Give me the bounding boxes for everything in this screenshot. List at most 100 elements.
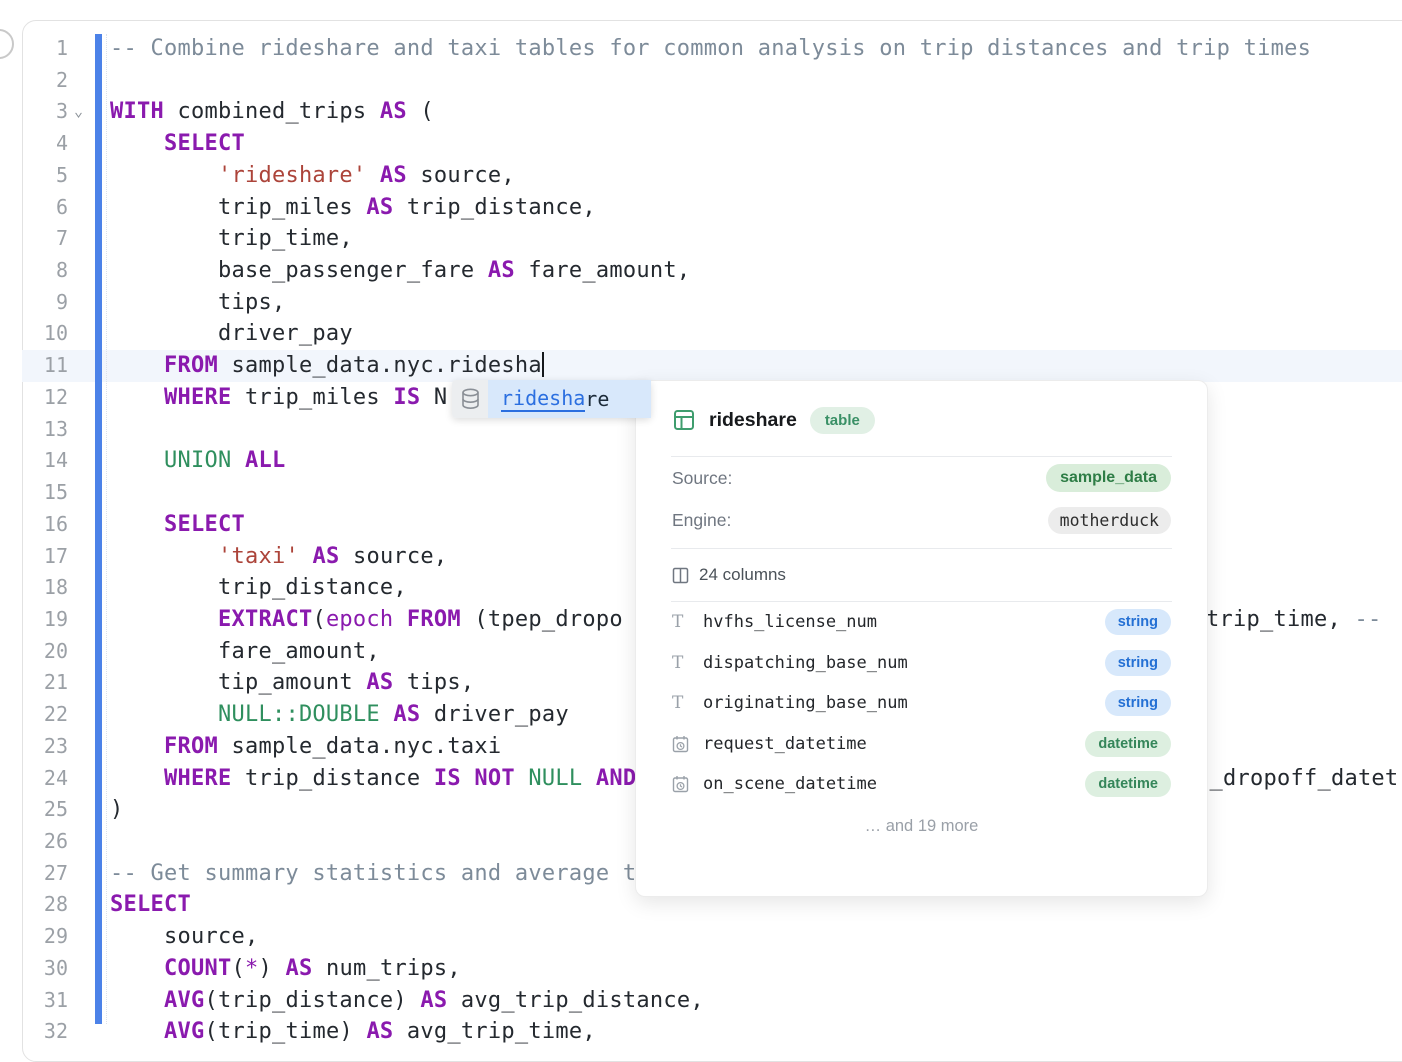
line-number[interactable]: 24 [22,763,68,795]
code-line[interactable]: 30 COUNT(*) AS num_trips, [22,953,1402,985]
line-number[interactable]: 1 [22,33,68,65]
code-line-text: trip_time, [110,223,353,255]
code-line[interactable]: 8 base_passenger_fare AS fare_amount, [22,255,1402,287]
calendar-clock-icon [672,775,692,793]
code-line-text: driver_pay [110,318,353,350]
code-line[interactable]: 5 'rideshare' AS source, [22,160,1402,192]
code-line[interactable]: 31 AVG(trip_distance) AS avg_trip_distan… [22,985,1402,1017]
indent-guide [106,34,107,1024]
line-number[interactable]: 31 [22,985,68,1017]
line-number[interactable]: 26 [22,826,68,858]
line-number[interactable]: 12 [22,382,68,414]
line-number[interactable]: 13 [22,414,68,446]
line-number[interactable]: 15 [22,477,68,509]
gutter-change-bar [95,34,102,1024]
calendar-clock-icon [672,735,692,753]
code-line[interactable]: 10 driver_pay [22,318,1402,350]
line-number[interactable]: 16 [22,509,68,541]
table-type-badge: table [810,407,875,434]
code-line[interactable]: 2 [22,65,1402,97]
code-line[interactable]: 6 trip_miles AS trip_distance, [22,192,1402,224]
code-line[interactable]: 4 SELECT [22,128,1402,160]
code-token: source, [339,544,447,569]
code-line[interactable]: 1-- Combine rideshare and taxi tables fo… [22,33,1402,65]
line-number[interactable]: 4 [22,128,68,160]
code-token [110,988,164,1013]
edge-decoration [0,29,14,59]
code-line-text-right: p_dropoff_datet [1196,763,1398,795]
line-number[interactable]: 7 [22,223,68,255]
code-line[interactable]: 29 source, [22,921,1402,953]
line-number[interactable]: 2 [22,65,68,97]
code-token: AS [366,195,393,220]
code-token: (tpep_dropo [461,607,623,632]
code-token [110,385,164,410]
line-number[interactable]: 10 [22,318,68,350]
code-line-text: WHERE trip_miles IS N [110,382,447,414]
code-line[interactable]: 7 trip_time, [22,223,1402,255]
engine-row: Engine: motherduck [672,499,1171,541]
code-token: AS [285,956,312,981]
column-type-badge: string [1105,609,1171,635]
line-number[interactable]: 25 [22,794,68,826]
code-token: AS [312,544,339,569]
text-type-icon: T [672,612,692,632]
line-number[interactable]: 19 [22,604,68,636]
line-number[interactable]: 18 [22,572,68,604]
column-row: Toriginating_base_numstring [672,683,1171,724]
code-token: fare_amount, [110,639,380,664]
code-line[interactable]: 32 AVG(trip_time) AS avg_trip_time, [22,1016,1402,1048]
code-line-text: AVG(trip_distance) AS avg_trip_distance, [110,985,704,1017]
code-line-text: ) [110,794,124,826]
fold-chevron-icon[interactable]: ⌄ [74,96,83,128]
code-token: p_dropoff_datet [1196,766,1398,791]
line-number[interactable]: 27 [22,858,68,890]
line-number[interactable]: 22 [22,699,68,731]
column-name: on_scene_datetime [703,774,1085,794]
line-number[interactable]: 9 [22,287,68,319]
line-number[interactable]: 21 [22,667,68,699]
code-token: ) [110,797,124,822]
line-number[interactable]: 6 [22,192,68,224]
line-number[interactable]: 11 [22,350,68,382]
code-token: tip_amount [110,670,366,695]
line-number[interactable]: 8 [22,255,68,287]
code-token [110,607,218,632]
line-number[interactable]: 28 [22,889,68,921]
code-token: trip_miles [231,385,393,410]
code-token: AVG [164,988,205,1013]
code-token: trip_time, [1206,607,1354,632]
line-number[interactable]: 30 [22,953,68,985]
code-line-text: AVG(trip_time) AS avg_trip_time, [110,1016,596,1048]
line-number[interactable]: 17 [22,541,68,573]
line-number[interactable]: 29 [22,921,68,953]
line-number[interactable]: 3 [22,96,68,128]
code-token: SELECT [164,512,245,537]
line-number[interactable]: 5 [22,160,68,192]
code-token: sample_data.nyc.ridesha [218,353,542,378]
line-number[interactable]: 20 [22,636,68,668]
code-token: EXTRACT [218,607,312,632]
line-number[interactable]: 32 [22,1016,68,1048]
code-token [110,131,164,156]
code-line-text: SELECT [110,889,191,921]
code-token [366,163,380,188]
code-line[interactable]: 3⌄WITH combined_trips AS ( [22,96,1402,128]
code-token: source, [407,163,515,188]
line-number[interactable]: 23 [22,731,68,763]
source-badge: sample_data [1046,464,1171,492]
code-token: driver_pay [420,702,568,727]
code-line[interactable]: 9 tips, [22,287,1402,319]
autocomplete-suggestion-rideshare[interactable]: rideshare [488,380,651,418]
line-number[interactable]: 14 [22,445,68,477]
code-token: driver_pay [110,321,353,346]
code-token [299,544,313,569]
code-token [110,956,164,981]
code-token: combined_trips [164,99,380,124]
code-token: (trip_distance) [204,988,420,1013]
code-token [110,702,218,727]
table-info-card: rideshare table Source: sample_data Engi… [635,380,1208,897]
code-line[interactable]: 11 FROM sample_data.nyc.ridesha [22,350,1402,382]
code-token: -- [1354,607,1381,632]
more-columns-text: … and 19 more [672,817,1171,836]
